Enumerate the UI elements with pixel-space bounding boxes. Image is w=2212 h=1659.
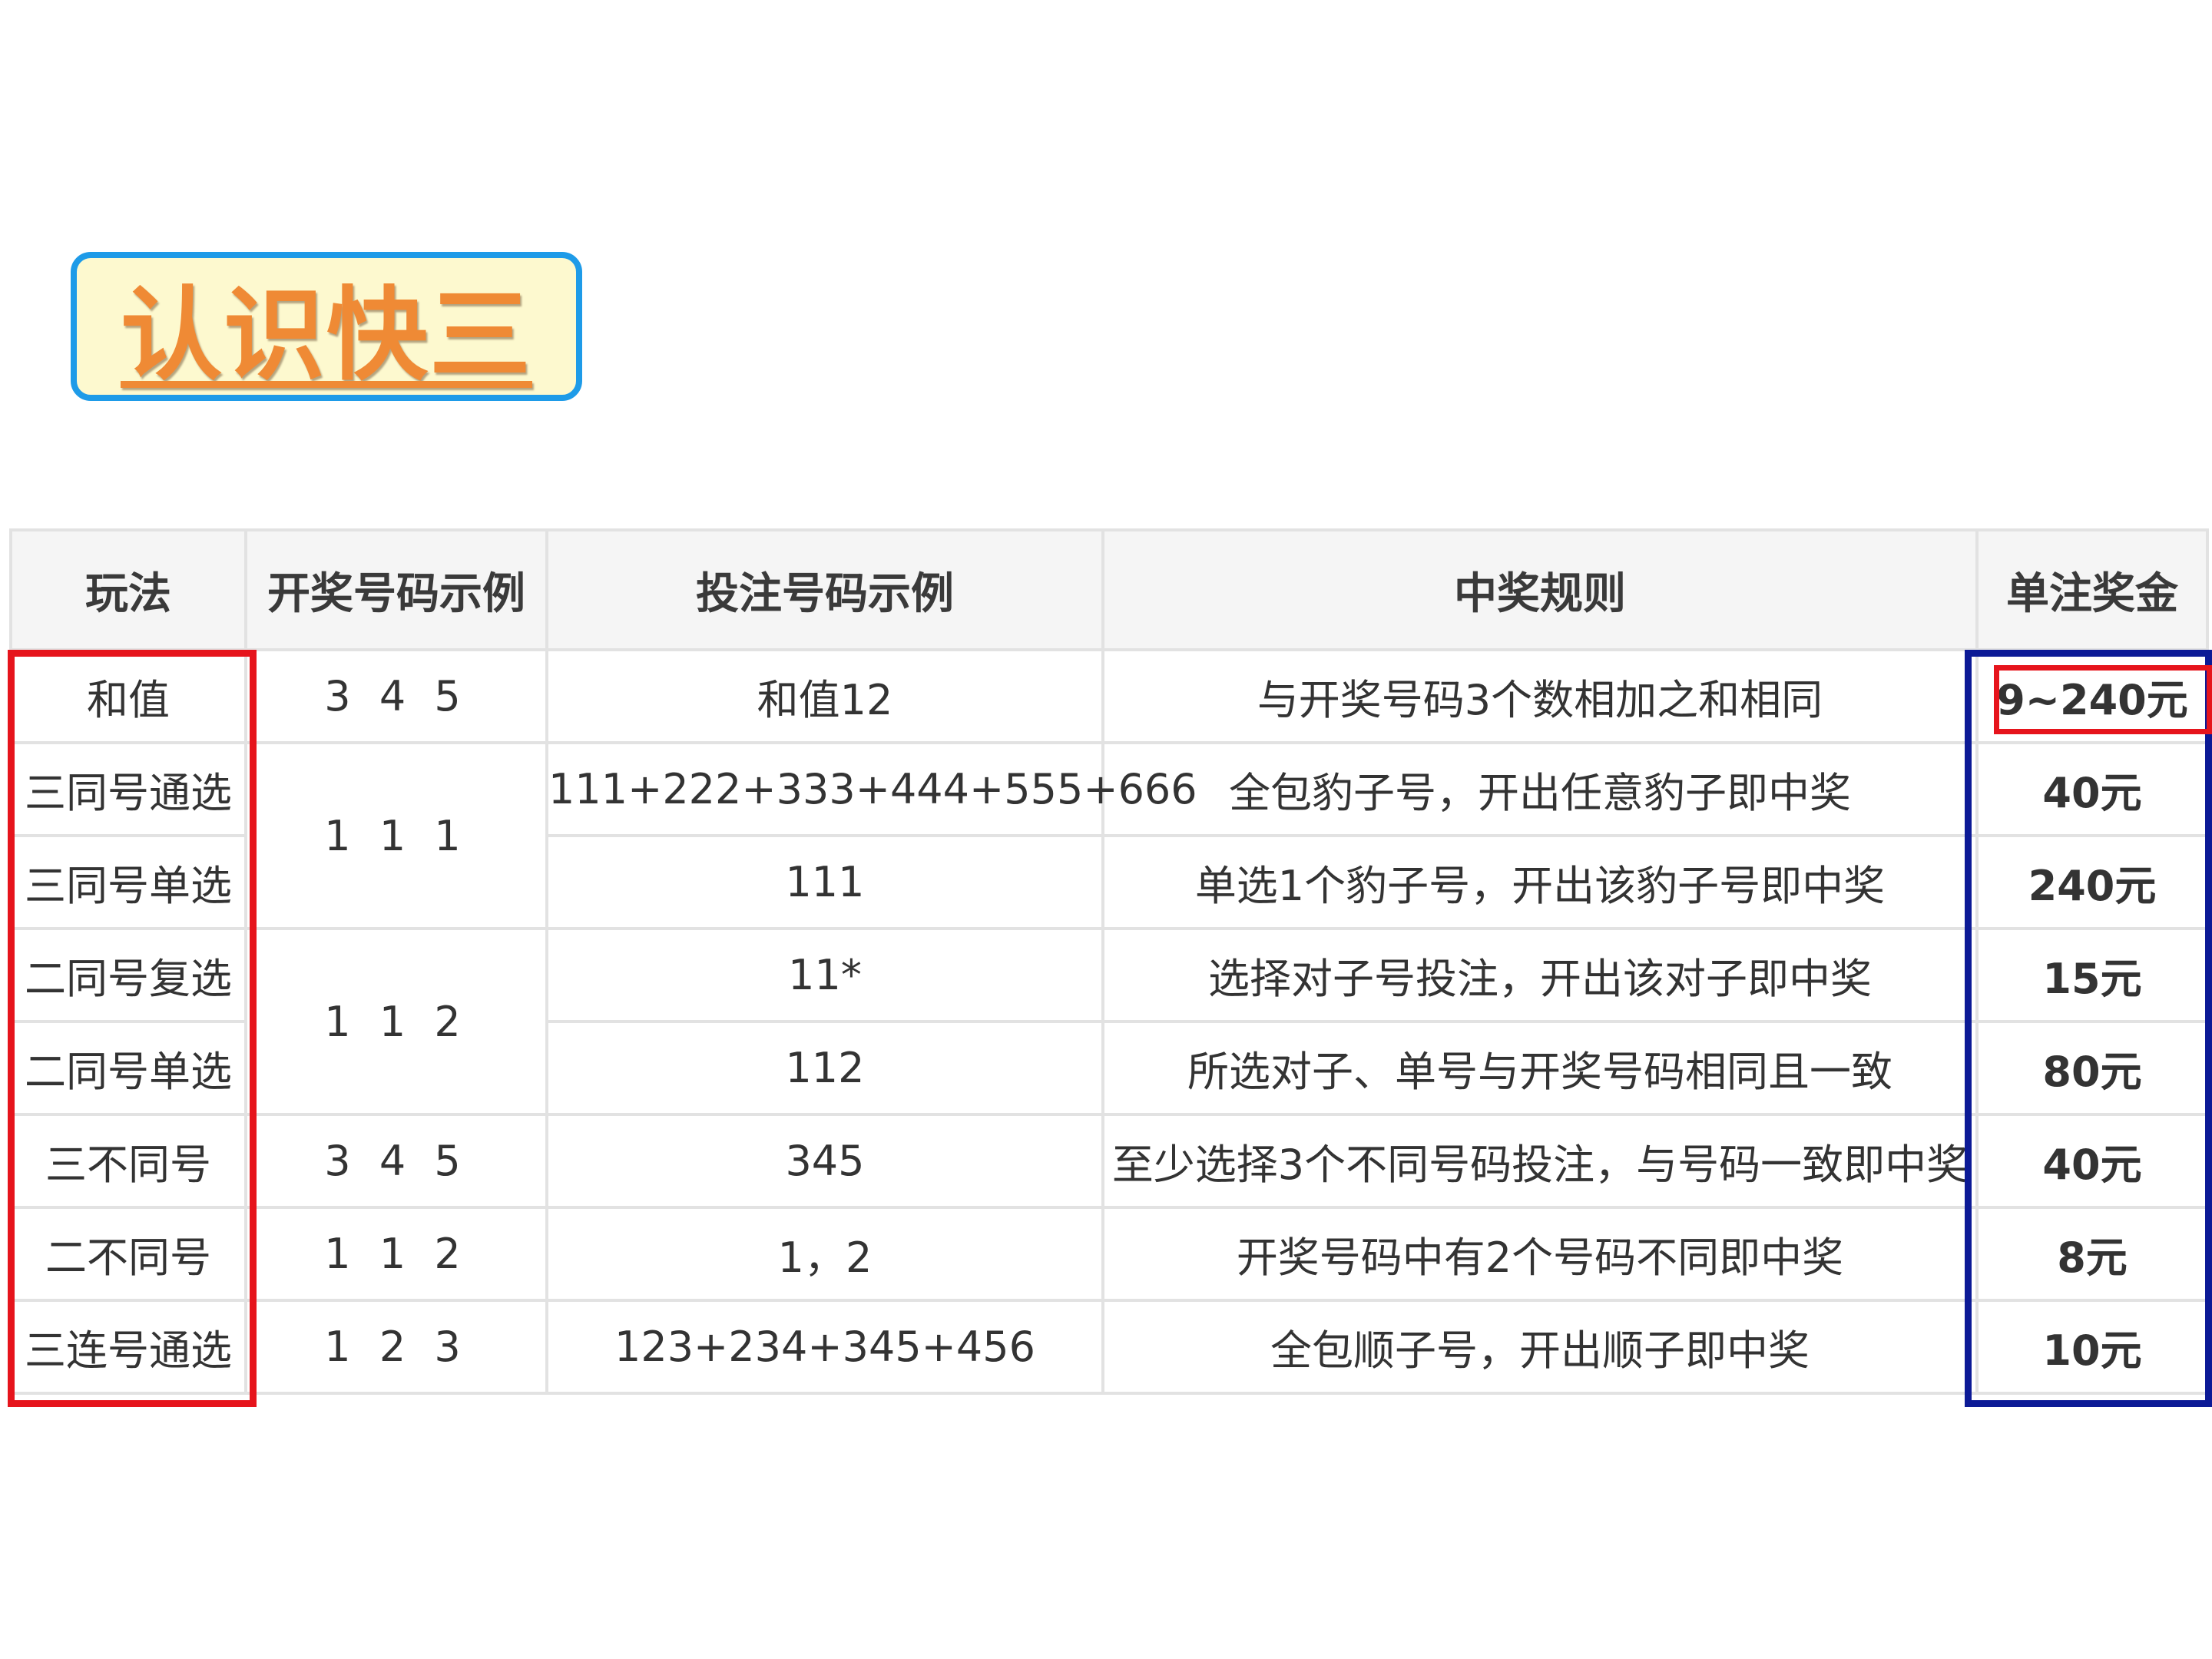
- table-row: 和值 3 4 5 和值12 与开奖号码3个数相加之和相同 9~240元: [9, 648, 2209, 744]
- table-row: 二不同号 1 1 2 1，2 开奖号码中有2个号码不同即中奖 8元: [9, 1206, 2209, 1302]
- cell-rule: 至少选择3个不同号码投注，与号码一致即中奖: [1101, 1113, 1979, 1209]
- cell-prize: 8元: [1975, 1206, 2209, 1302]
- cell-bet: 111+222+333+444+555+666: [545, 741, 1197, 837]
- cell-prize: 40元: [1975, 1113, 2209, 1209]
- cell-play: 二同号单选: [9, 1020, 247, 1116]
- cell-rule: 选择对子号投注，开出该对子即中奖: [1101, 927, 1979, 1023]
- cell-rule: 全包顺子号，开出顺子即中奖: [1101, 1299, 1979, 1395]
- header-win-rule: 中奖规则: [1101, 528, 1979, 651]
- cell-prize: 15元: [1975, 927, 2209, 1023]
- cell-rule: 单选1个豹子号，开出该豹子号即中奖: [1101, 834, 1979, 930]
- cell-prize: 80元: [1975, 1020, 2209, 1116]
- cell-rule: 开奖号码中有2个号码不同即中奖: [1101, 1206, 1979, 1302]
- cell-rule: 全包豹子号，开出任意豹子即中奖: [1101, 741, 1979, 837]
- cell-prize: 40元: [1975, 741, 2209, 837]
- cell-bet: 112: [545, 1020, 1104, 1116]
- cell-play: 三连号通选: [9, 1299, 247, 1395]
- cell-bet: 111: [545, 834, 1104, 930]
- cell-bet: 345: [545, 1113, 1104, 1209]
- page-title: 认识快三: [121, 275, 532, 395]
- cell-prize: 10元: [1975, 1299, 2209, 1395]
- cell-bet: 11*: [545, 927, 1104, 1023]
- cell-draw: 3 4 5: [244, 648, 548, 744]
- cell-play: 和值: [9, 648, 247, 744]
- table-row: 三连号通选 1 2 3 123+234+345+456 全包顺子号，开出顺子即中…: [9, 1299, 2209, 1395]
- cell-prize: 9~240元: [1975, 648, 2209, 744]
- table-row: 三不同号 3 4 5 345 至少选择3个不同号码投注，与号码一致即中奖 40元: [9, 1113, 2209, 1209]
- table-header-row: 玩法 开奖号码示例 投注号码示例 中奖规则 单注奖金: [9, 528, 2209, 651]
- cell-play: 三不同号: [9, 1113, 247, 1209]
- cell-play: 三同号通选: [9, 741, 247, 837]
- cell-play: 二同号复选: [9, 927, 247, 1023]
- cell-play: 三同号单选: [9, 834, 247, 930]
- cell-play: 二不同号: [9, 1206, 247, 1302]
- title-box: 认识快三: [71, 252, 582, 401]
- cell-draw: 1 1 1: [244, 741, 548, 930]
- header-bet-example: 投注号码示例: [545, 528, 1104, 651]
- cell-bet: 和值12: [545, 648, 1104, 744]
- table-row: 三同号通选 1 1 1 111+222+333+444+555+666 全包豹子…: [9, 741, 2209, 930]
- cell-bet: 1，2: [545, 1206, 1104, 1302]
- rules-table: 玩法 开奖号码示例 投注号码示例 中奖规则 单注奖金 和值 3 4 5 和值12…: [9, 528, 2209, 1395]
- cell-prize: 240元: [1975, 834, 2209, 930]
- cell-rule: 所选对子、单号与开奖号码相同且一致: [1101, 1020, 1979, 1116]
- header-draw-example: 开奖号码示例: [244, 528, 548, 651]
- cell-bet: 123+234+345+456: [545, 1299, 1104, 1395]
- cell-draw: 1 1 2: [244, 927, 548, 1116]
- header-prize: 单注奖金: [1975, 528, 2209, 651]
- cell-rule: 与开奖号码3个数相加之和相同: [1101, 648, 1979, 744]
- cell-draw: 1 2 3: [244, 1299, 548, 1395]
- cell-draw: 1 1 2: [244, 1206, 548, 1302]
- cell-draw: 3 4 5: [244, 1113, 548, 1209]
- header-play: 玩法: [9, 528, 247, 651]
- table-row: 二同号复选 1 1 2 11* 选择对子号投注，开出该对子即中奖 15元: [9, 927, 2209, 1116]
